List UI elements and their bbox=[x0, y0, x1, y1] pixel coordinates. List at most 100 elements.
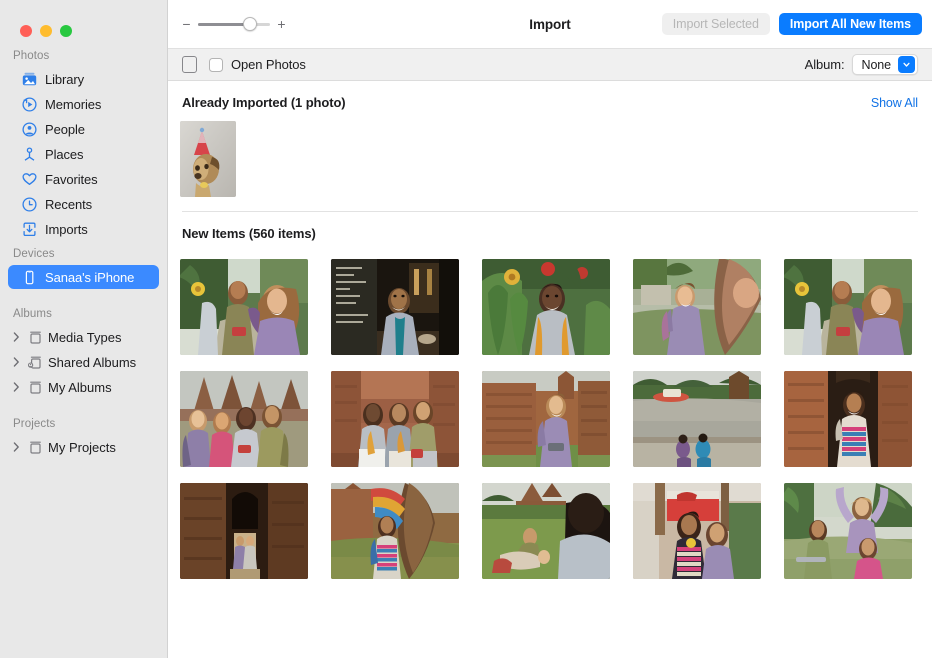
zoom-control[interactable]: − + bbox=[182, 17, 286, 31]
album-label: Album: bbox=[805, 57, 845, 72]
slider-knob[interactable] bbox=[243, 17, 257, 31]
photo-cell[interactable] bbox=[784, 259, 912, 355]
main-area: − + Import Import Selected Import All Ne… bbox=[168, 0, 932, 658]
photo-cell[interactable] bbox=[331, 259, 459, 355]
toolbar-actions: Import Selected Import All New Items bbox=[662, 13, 922, 35]
open-photos-checkbox-row[interactable]: Open Photos bbox=[209, 57, 306, 72]
photo-thumbnail[interactable] bbox=[482, 371, 610, 467]
zoom-in-icon[interactable]: + bbox=[277, 17, 286, 31]
photo-thumbnail[interactable] bbox=[784, 371, 912, 467]
photo-cell[interactable] bbox=[180, 371, 308, 467]
sidebar-item-media-types[interactable]: Media Types bbox=[8, 325, 159, 349]
sidebar-item-label: My Albums bbox=[48, 380, 112, 395]
import-all-new-items-button[interactable]: Import All New Items bbox=[779, 13, 922, 35]
folder-icon bbox=[27, 329, 43, 345]
album-selected-value: None bbox=[862, 58, 891, 72]
photo-cell[interactable] bbox=[482, 371, 610, 467]
photo-cell[interactable] bbox=[180, 483, 308, 579]
sidebar-item-imports[interactable]: Imports bbox=[8, 217, 159, 241]
people-icon bbox=[21, 121, 37, 137]
photo-thumbnail[interactable] bbox=[331, 259, 459, 355]
already-imported-header: Already Imported (1 photo) Show All bbox=[168, 81, 932, 110]
heart-icon bbox=[21, 171, 37, 187]
already-imported-title: Already Imported (1 photo) bbox=[182, 95, 346, 110]
sidebar-item-label: People bbox=[45, 122, 85, 137]
sidebar-item-sanaas-iphone[interactable]: Sanaa's iPhone bbox=[8, 265, 159, 289]
sidebar-item-places[interactable]: Places bbox=[8, 142, 159, 166]
sidebar-item-memories[interactable]: Memories bbox=[8, 92, 159, 116]
photo-thumbnail[interactable] bbox=[180, 483, 308, 579]
photo-thumbnail[interactable] bbox=[633, 259, 761, 355]
new-items-title: New Items (560 items) bbox=[182, 226, 316, 241]
photo-cell[interactable] bbox=[482, 259, 610, 355]
sidebar-item-library[interactable]: Library bbox=[8, 67, 159, 91]
close-window-button[interactable] bbox=[20, 25, 32, 37]
sidebar-section-albums-title: Albums bbox=[0, 302, 167, 324]
sidebar-item-label: Media Types bbox=[48, 330, 121, 345]
sidebar-item-my-albums[interactable]: My Albums bbox=[8, 375, 159, 399]
import-selected-button[interactable]: Import Selected bbox=[662, 13, 770, 35]
already-imported-strip bbox=[168, 110, 932, 197]
open-photos-checkbox[interactable] bbox=[209, 58, 223, 72]
folder-icon bbox=[27, 379, 43, 395]
photo-thumbnail[interactable] bbox=[784, 483, 912, 579]
sidebar-item-people[interactable]: People bbox=[8, 117, 159, 141]
photo-thumbnail[interactable] bbox=[784, 259, 912, 355]
photo-thumbnail[interactable] bbox=[482, 483, 610, 579]
chevron-right-icon[interactable] bbox=[10, 441, 22, 453]
sidebar-item-label: Library bbox=[45, 72, 84, 87]
sidebar-section-photos-title: Photos bbox=[0, 44, 167, 66]
import-options-bar: Open Photos Album: None bbox=[168, 48, 932, 81]
iphone-icon bbox=[21, 269, 37, 285]
photo-cell[interactable] bbox=[331, 371, 459, 467]
sidebar-item-my-projects[interactable]: My Projects bbox=[8, 435, 159, 459]
photo-thumbnail[interactable] bbox=[180, 121, 236, 197]
photo-thumbnail[interactable] bbox=[180, 371, 308, 467]
new-items-header: New Items (560 items) bbox=[168, 212, 932, 241]
photo-cell[interactable] bbox=[482, 483, 610, 579]
window-controls bbox=[0, 0, 167, 44]
photo-thumbnail[interactable] bbox=[482, 259, 610, 355]
chevron-right-icon[interactable] bbox=[10, 381, 22, 393]
sidebar-section-devices-title: Devices bbox=[0, 242, 167, 264]
new-items-grid bbox=[168, 241, 932, 579]
sidebar-spacer bbox=[0, 400, 167, 412]
zoom-slider[interactable] bbox=[198, 17, 270, 31]
photo-cell[interactable] bbox=[331, 483, 459, 579]
photo-cell[interactable] bbox=[633, 259, 761, 355]
import-icon bbox=[21, 221, 37, 237]
minimize-window-button[interactable] bbox=[40, 25, 52, 37]
photo-thumbnail[interactable] bbox=[331, 371, 459, 467]
places-icon bbox=[21, 146, 37, 162]
album-popup-button[interactable]: None bbox=[852, 54, 918, 75]
sidebar-item-label: Favorites bbox=[45, 172, 98, 187]
chevron-down-icon bbox=[898, 56, 915, 73]
chevron-right-icon[interactable] bbox=[10, 331, 22, 343]
show-all-link[interactable]: Show All bbox=[871, 96, 918, 110]
album-selector-group: Album: None bbox=[805, 54, 918, 75]
iphone-small-icon bbox=[182, 56, 197, 73]
sidebar-item-label: Imports bbox=[45, 222, 88, 237]
sidebar-item-label: Memories bbox=[45, 97, 101, 112]
photo-thumbnail[interactable] bbox=[331, 483, 459, 579]
photo-thumbnail[interactable] bbox=[180, 259, 308, 355]
photo-thumbnail[interactable] bbox=[633, 483, 761, 579]
sidebar-item-shared-albums[interactable]: Shared Albums bbox=[8, 350, 159, 374]
sidebar-item-label: Shared Albums bbox=[48, 355, 136, 370]
sidebar-item-label: My Projects bbox=[48, 440, 116, 455]
photo-cell[interactable] bbox=[784, 483, 912, 579]
zoom-out-icon[interactable]: − bbox=[182, 17, 191, 31]
sidebar-item-favorites[interactable]: Favorites bbox=[8, 167, 159, 191]
photo-cell[interactable] bbox=[784, 371, 912, 467]
library-icon bbox=[21, 71, 37, 87]
photo-cell[interactable] bbox=[180, 259, 308, 355]
open-photos-label: Open Photos bbox=[231, 57, 306, 72]
maximize-window-button[interactable] bbox=[60, 25, 72, 37]
photo-thumbnail[interactable] bbox=[633, 371, 761, 467]
toolbar: − + Import Import Selected Import All Ne… bbox=[168, 0, 932, 48]
import-content: Already Imported (1 photo) Show All bbox=[168, 81, 932, 658]
sidebar-item-recents[interactable]: Recents bbox=[8, 192, 159, 216]
chevron-right-icon[interactable] bbox=[10, 356, 22, 368]
photo-cell[interactable] bbox=[633, 483, 761, 579]
photo-cell[interactable] bbox=[633, 371, 761, 467]
